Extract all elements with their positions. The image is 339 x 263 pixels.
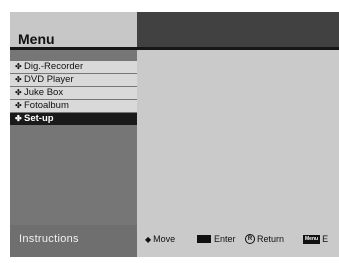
- menu-item-juke-box[interactable]: ✤ Juke Box: [10, 87, 137, 99]
- instructions-label: Instructions: [19, 233, 79, 245]
- content-area: [137, 50, 339, 225]
- bullet-icon: ✤: [15, 75, 22, 84]
- menu-title: Menu: [18, 31, 55, 47]
- bullet-icon: ✤: [15, 62, 22, 71]
- menu-item-set-up[interactable]: ✤ Set-up: [10, 113, 137, 125]
- menu-panel: ✤ Dig.-Recorder ✤ DVD Player ✤ Juke Box …: [10, 50, 137, 225]
- menu-item-label: Dig.-Recorder: [24, 61, 84, 72]
- hint-enter: Enter: [197, 234, 236, 244]
- hint-menu-label: E: [322, 234, 329, 244]
- enter-key-icon: [197, 235, 211, 243]
- menu-item-label: Juke Box: [24, 87, 64, 98]
- hint-return-label: Return: [257, 234, 285, 244]
- bullet-icon: ✤: [15, 88, 22, 97]
- instructions-panel: Instructions: [10, 225, 137, 257]
- menu-list: ✤ Dig.-Recorder ✤ DVD Player ✤ Juke Box …: [10, 61, 137, 126]
- menu-item-label: Set-up: [24, 113, 54, 124]
- bullet-icon: ✤: [15, 114, 22, 123]
- menu-screen: Menu ✤ Dig.-Recorder ✤ DVD Player ✤ Juke…: [10, 12, 339, 257]
- hint-enter-label: Enter: [214, 234, 236, 244]
- hint-move-label: Move: [153, 234, 176, 244]
- menu-item-dvd-player[interactable]: ✤ DVD Player: [10, 74, 137, 86]
- hint-return: R Return: [245, 234, 284, 244]
- header-preview-area: [137, 12, 339, 47]
- move-arrows-icon: ◆: [145, 234, 152, 244]
- menu-item-label: DVD Player: [24, 74, 74, 85]
- menu-item-label: Fotoalbum: [24, 100, 69, 111]
- hint-menu: Menu E: [303, 234, 328, 244]
- bullet-icon: ✤: [15, 101, 22, 110]
- return-icon: R: [245, 234, 255, 244]
- instructions-hints: ◆ Move Enter R Return Menu E: [137, 225, 339, 257]
- menu-item-dig-recorder[interactable]: ✤ Dig.-Recorder: [10, 61, 137, 73]
- menu-item-fotoalbum[interactable]: ✤ Fotoalbum: [10, 100, 137, 112]
- hint-move: ◆ Move: [145, 234, 175, 244]
- menu-key-icon: Menu: [303, 234, 321, 244]
- header-panel: Menu: [10, 12, 137, 47]
